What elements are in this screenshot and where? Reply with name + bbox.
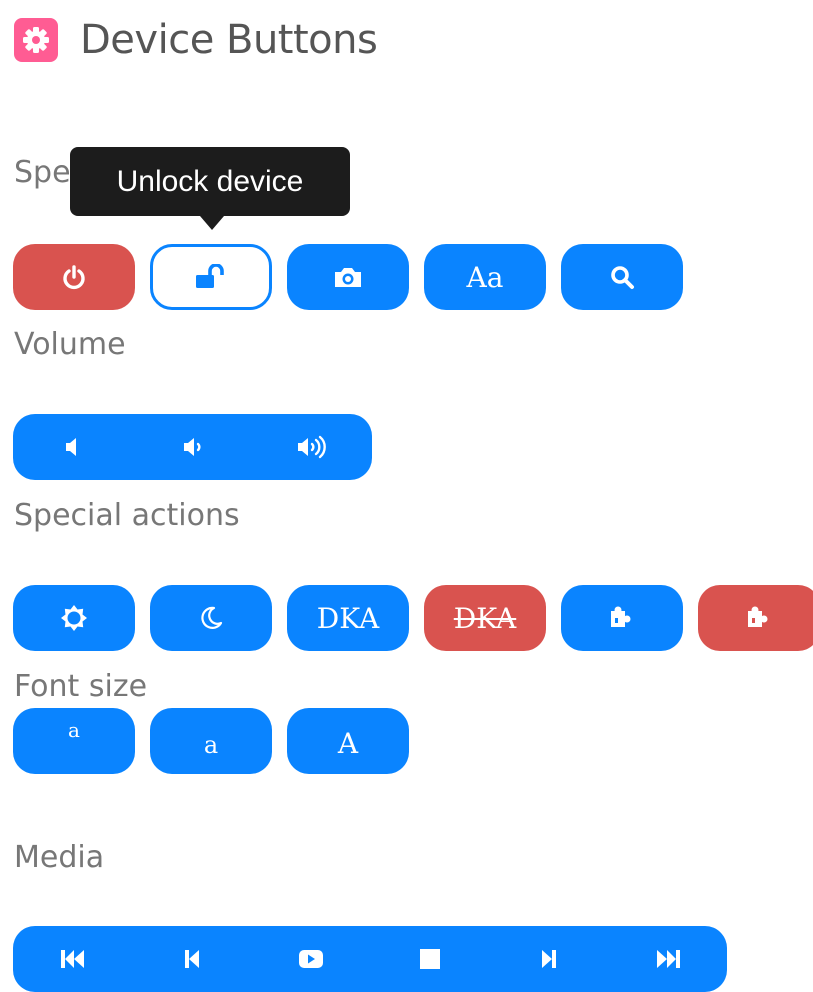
page-header: Device Buttons [14,12,378,68]
tooltip-arrow [200,216,224,230]
gear-icon [14,18,58,62]
plugin-disable-button[interactable] [698,585,813,651]
stop-icon [419,949,440,969]
dka-off-button[interactable]: DKA [424,585,546,651]
dka-on-label: DKA [316,601,380,635]
font-medium-button[interactable]: a [150,708,272,774]
volume-button-group [13,414,372,480]
step-backward-icon [184,950,199,968]
section-label-special-actions: Special actions [14,498,240,533]
font-medium-label: a [203,731,219,759]
font-button-label: Aa [466,260,504,294]
volume-down-icon [183,438,200,456]
dark-mode-button[interactable] [150,585,272,651]
puzzle-icon [748,606,768,627]
section-label-media: Media [14,840,105,875]
puzzle-icon [611,606,631,627]
unlock-tooltip: Unlock device [70,147,350,216]
font-large-button[interactable]: A [287,708,409,774]
fast-forward-button[interactable] [608,926,727,992]
power-button[interactable] [13,244,135,310]
power-icon [63,265,85,290]
dka-off-label: DKA [453,601,517,635]
volume-up-icon [298,435,327,459]
volume-down-button[interactable] [133,414,253,480]
media-button-group [13,926,727,992]
play-button[interactable] [251,926,370,992]
section-label-volume: Volume [14,327,126,362]
volume-mute-button[interactable] [13,414,133,480]
step-forward-icon [541,950,556,968]
section-label-font-size: Font size [14,669,148,704]
play-icon [298,950,323,968]
step-forward-button[interactable] [489,926,608,992]
step-backward-button[interactable] [132,926,251,992]
dka-on-button[interactable]: DKA [287,585,409,651]
plugin-enable-button[interactable] [561,585,683,651]
fast-forward-icon [656,950,680,968]
sun-icon [61,605,87,631]
font-button[interactable]: Aa [424,244,546,310]
page-title: Device Buttons [80,17,378,63]
font-small-button[interactable]: a [13,708,135,774]
search-icon [611,266,634,289]
search-button[interactable] [561,244,683,310]
unlock-button[interactable] [150,244,272,310]
moon-icon [201,606,223,629]
volume-up-button[interactable] [252,414,372,480]
screenshot-button[interactable] [287,244,409,310]
volume-mute-icon [65,438,76,456]
font-large-label: A [337,726,359,760]
fast-backward-icon [60,950,84,968]
unlock-icon [196,264,224,288]
tooltip-text: Unlock device [116,164,304,198]
brightness-button[interactable] [13,585,135,651]
fast-backward-button[interactable] [13,926,132,992]
camera-icon [335,268,361,287]
font-small-label: a [68,718,80,742]
stop-button[interactable] [370,926,489,992]
